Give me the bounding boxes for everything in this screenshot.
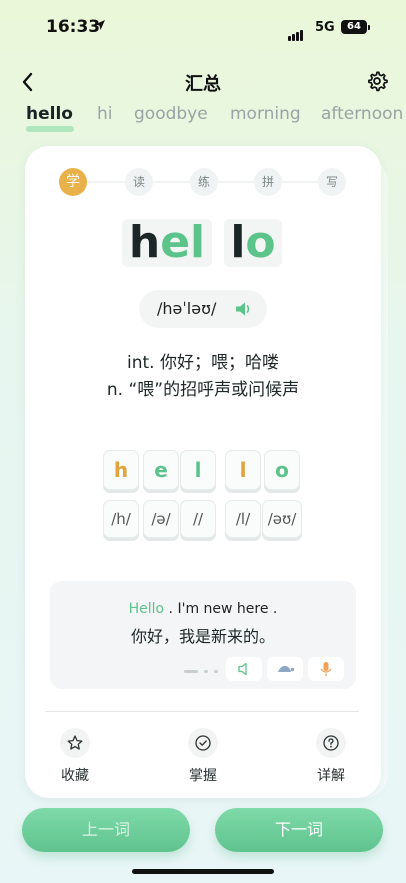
syllable-1: hel	[122, 219, 212, 267]
slow-play-button[interactable]	[267, 657, 303, 681]
network-type: 5G	[315, 20, 335, 35]
speaker-icon	[238, 662, 247, 676]
spelling-tiles: h e l l o /h/ /ə/ // /l/ /əʊ/	[0, 448, 406, 538]
page-title: 汇总	[185, 74, 221, 95]
nav-bar: 汇总	[0, 62, 406, 102]
phoneme-tile[interactable]: /ə/	[143, 500, 179, 538]
step-practice[interactable]: 练	[190, 168, 218, 196]
syllable-2-onset: l	[230, 217, 246, 268]
battery-icon: 64	[341, 20, 367, 34]
definition-2: n. “喂”的招呼声或问候声	[106, 380, 300, 400]
phoneme-tile[interactable]: /l/	[225, 500, 261, 538]
pronunciation-button[interactable]: /həˈləʊ/	[139, 290, 267, 328]
details-label: 详解	[317, 768, 345, 784]
favorite-button[interactable]: 收藏	[45, 728, 105, 785]
step-learn[interactable]: 学	[59, 168, 87, 196]
word-tabs: hello hi goodbye morning afternoon	[0, 104, 406, 134]
example-translation: 你好，我是新来的。	[130, 627, 275, 646]
definition-1: int. 你好；喂；哈喽	[127, 353, 279, 373]
favorite-label: 收藏	[61, 768, 89, 784]
location-arrow-icon	[95, 20, 105, 30]
speaker-icon	[236, 302, 250, 316]
cellular-signal-icon	[288, 22, 304, 41]
letter-tile[interactable]: o	[264, 450, 300, 490]
letter-tile[interactable]: h	[103, 450, 139, 490]
example-highlight-word: Hello	[128, 601, 165, 617]
step-read[interactable]: 读	[125, 168, 153, 196]
status-time: 16:33	[46, 17, 101, 37]
star-icon	[67, 735, 83, 750]
syllable-1-rhyme: el	[160, 217, 206, 268]
example-rest: . I'm new here .	[164, 601, 278, 617]
syllable-2-rhyme: o	[245, 217, 276, 268]
battery-tip	[368, 25, 370, 30]
letter-tile[interactable]: l	[225, 450, 261, 490]
mastered-button[interactable]: 掌握	[173, 728, 233, 785]
status-bar: 16:33 5G 64	[0, 0, 406, 56]
tab-hello[interactable]: hello	[26, 104, 73, 124]
phoneme-tile[interactable]: /əʊ/	[262, 500, 302, 538]
previous-word-button[interactable]: 上一词	[22, 808, 190, 852]
gear-icon	[368, 71, 388, 92]
mastered-icon-wrap	[188, 728, 218, 758]
syllable-2: lo	[224, 219, 282, 267]
syllable-1-onset: h	[128, 217, 161, 268]
letter-tile[interactable]: l	[180, 450, 216, 490]
tab-goodbye[interactable]: goodbye	[134, 104, 208, 124]
audio-progress-dots	[184, 661, 224, 680]
check-circle-icon	[195, 735, 211, 751]
step-spell[interactable]: 拼	[254, 168, 282, 196]
active-tab-underline	[26, 126, 74, 132]
record-button[interactable]	[308, 657, 344, 681]
divider	[45, 711, 359, 712]
mastered-label: 掌握	[189, 768, 217, 784]
microphone-icon	[320, 662, 332, 676]
favorite-icon-wrap	[60, 728, 90, 758]
settings-button[interactable]	[366, 70, 388, 92]
home-indicator	[132, 869, 274, 874]
step-write[interactable]: 写	[318, 168, 346, 196]
learning-steps: 学 读 练 拼 写	[59, 168, 359, 196]
details-button[interactable]: 详解	[301, 728, 361, 785]
example-english: Hello . I'm new here .	[50, 601, 356, 617]
tab-afternoon[interactable]: afternoon	[321, 104, 403, 124]
phoneme-tile[interactable]: //	[180, 500, 216, 538]
definitions: int. 你好；喂；哈喽 n. “喂”的招呼声或问候声	[0, 350, 406, 404]
next-word-button[interactable]: 下一词	[215, 808, 383, 852]
details-icon-wrap	[316, 728, 346, 758]
tab-morning[interactable]: morning	[230, 104, 301, 124]
turtle-icon	[278, 665, 295, 672]
question-circle-icon	[323, 735, 339, 751]
phoneme-tile[interactable]: /h/	[103, 500, 139, 538]
play-example-button[interactable]	[226, 657, 262, 681]
tab-hi[interactable]: hi	[97, 104, 113, 124]
phonetic-text: /həˈləʊ/	[157, 299, 217, 318]
letter-tile[interactable]: e	[143, 450, 179, 490]
example-sentence-box: Hello . I'm new here . 你好，我是新来的。	[50, 581, 356, 689]
